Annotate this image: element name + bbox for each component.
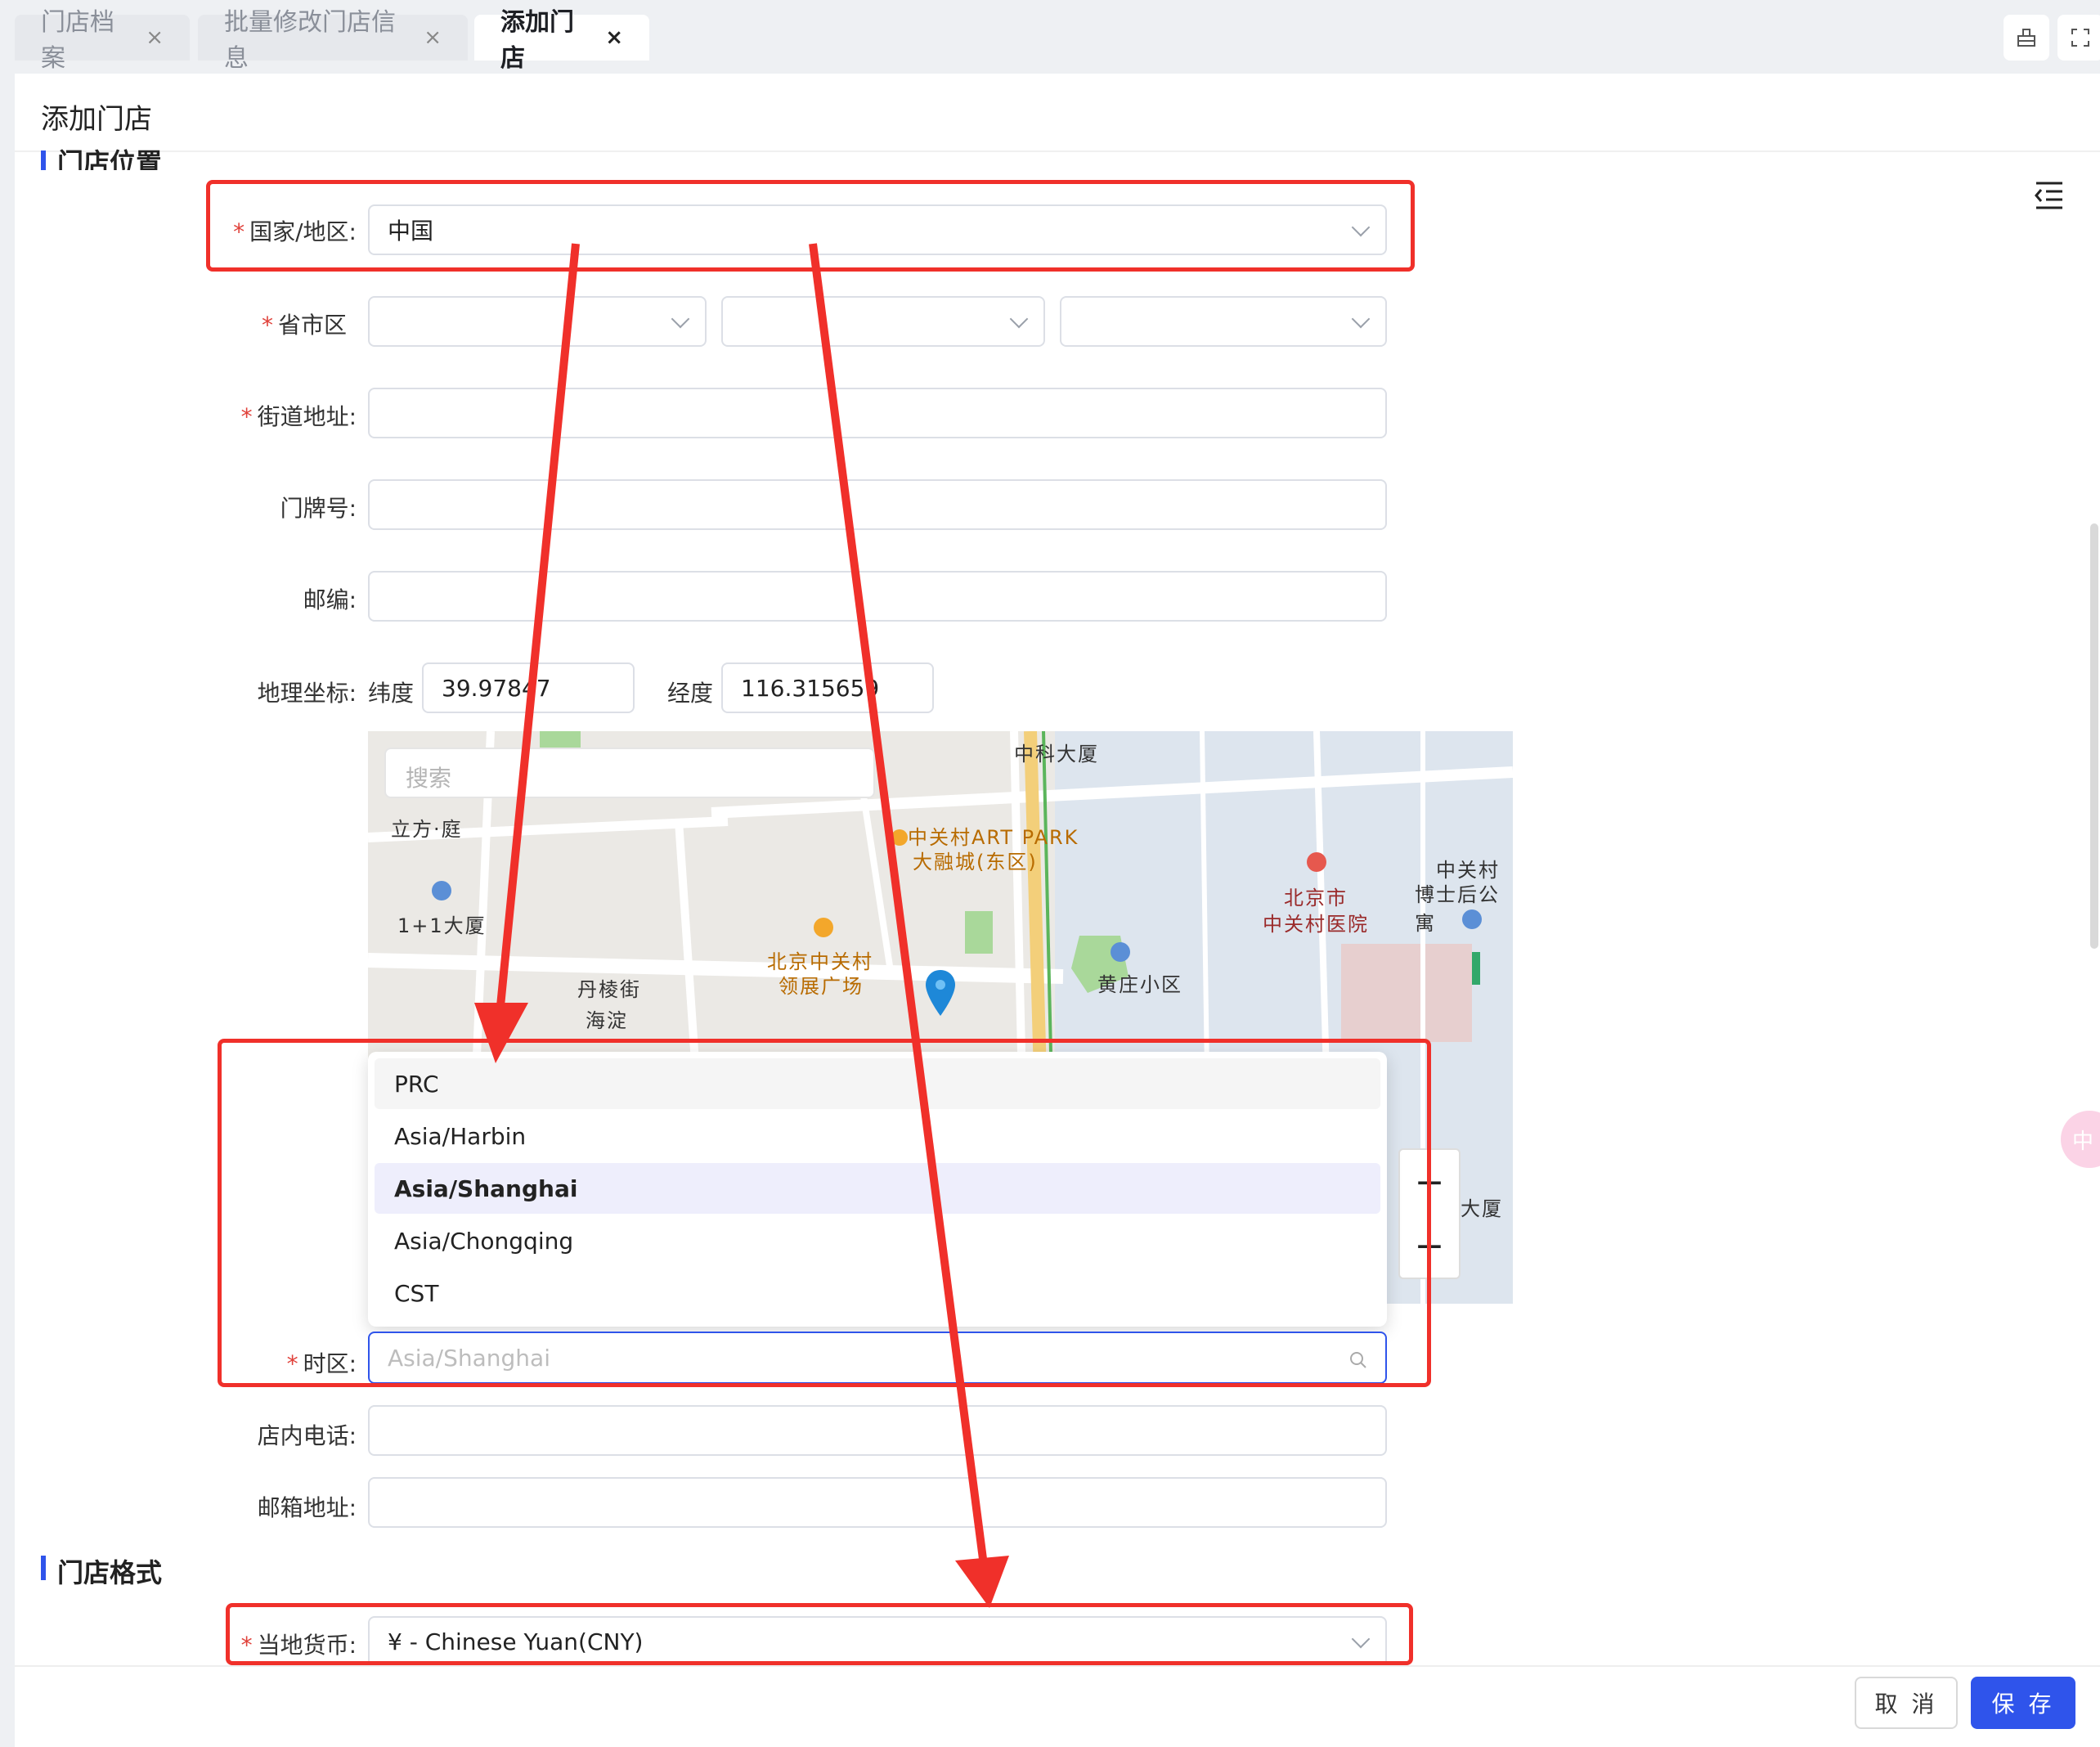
annotation-arrows bbox=[474, 243, 1009, 1608]
